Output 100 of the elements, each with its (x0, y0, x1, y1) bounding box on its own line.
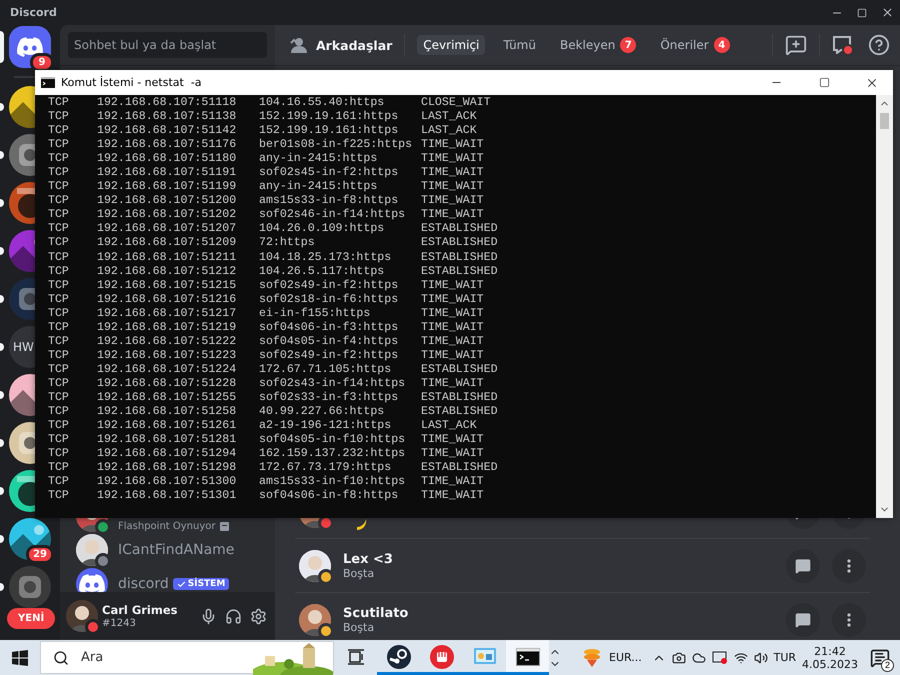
message-button[interactable] (786, 548, 820, 582)
state-text: ESTABLISHED (421, 250, 499, 265)
local-address-text: 192.168.68.107:51228 (97, 376, 238, 391)
state-text: ESTABLISHED (421, 362, 499, 377)
cloud-icon[interactable] (692, 650, 706, 664)
monitor-alert-icon[interactable] (712, 650, 728, 664)
protocol-text: TCP (48, 376, 70, 391)
inbox-icon (832, 36, 852, 54)
protocol-text: TCP (48, 489, 70, 504)
dm-name[interactable]: ICantFindAName (118, 542, 234, 558)
protocol-text: TCP (48, 180, 70, 194)
settings-icon (250, 608, 267, 624)
protocol-text: TCP (48, 405, 70, 420)
protocol-text: TCP (48, 264, 70, 279)
state-text: LAST_ACK (421, 419, 478, 434)
foreign-address-text: any-in-2415:https (259, 152, 378, 166)
local-address-text: 192.168.68.107:51281 (97, 433, 238, 448)
protocol-text: TCP (48, 96, 70, 110)
friends-icon (290, 37, 310, 53)
new-messages-pill[interactable]: YENİ (7, 608, 56, 629)
local-address-text: 192.168.68.107:51180 (97, 152, 238, 166)
check-icon (176, 580, 186, 588)
local-address-text: 192.168.68.107:51200 (97, 194, 238, 208)
state-text: TIME_WAIT (421, 180, 485, 194)
state-text: ESTABLISHED (421, 461, 499, 476)
state-text: CLOSE_WAIT (421, 96, 492, 110)
currency-ticker[interactable]: EUR... (609, 651, 642, 664)
state-text: TIME_WAIT (421, 376, 485, 391)
foreign-address-text: sof02s43-in-f14:https (259, 376, 406, 391)
wifi-icon[interactable] (734, 650, 748, 664)
protocol-text: TCP (48, 292, 70, 307)
search-field[interactable]: Sohbet bul ya da başlat (68, 32, 267, 58)
close-icon[interactable] (881, 6, 894, 19)
foreign-address-text: sof04s05-in-f10:https (259, 433, 406, 448)
protocol-text: TCP (48, 461, 70, 476)
local-address-text: 192.168.68.107:51211 (97, 250, 238, 265)
volume-icon[interactable] (754, 650, 768, 664)
maximize-icon[interactable] (857, 8, 867, 18)
taskbar-app[interactable] (506, 640, 549, 675)
state-text: TIME_WAIT (421, 292, 485, 307)
state-text: ESTABLISHED (421, 222, 499, 236)
protocol-text: TCP (48, 124, 70, 138)
protocol-text: TCP (48, 433, 70, 448)
foreign-address-text: 104.16.55.40:https (259, 96, 386, 110)
scrollbar[interactable] (876, 95, 893, 518)
state-text: TIME_WAIT (421, 152, 485, 166)
foreign-address-text: sof02s45-in-f2:https (259, 166, 400, 180)
headphones-icon (225, 608, 242, 624)
friends-tab[interactable]: Öneriler 4 (654, 34, 736, 56)
help-button[interactable] (868, 34, 890, 56)
friends-tab[interactable]: Tümü (497, 35, 542, 55)
foreign-address-text: ei-in-f155:https (259, 306, 372, 321)
more-icon (847, 612, 851, 626)
language-indicator[interactable]: TUR (774, 651, 796, 664)
protocol-text: TCP (48, 362, 70, 377)
notifications-icon (870, 648, 890, 668)
friend-status: Boşta (343, 620, 376, 634)
foreign-address-text: 152.199.19.161:https (259, 110, 400, 124)
more-button[interactable] (832, 602, 866, 636)
window-title: Komut İstemi - netstat -a (61, 76, 203, 89)
foreign-address-text: sof02s49-in-f2:https (259, 278, 400, 293)
dm-name[interactable]: discord (118, 576, 169, 592)
scroll-thumb[interactable] (880, 113, 889, 129)
inbox-button[interactable] (832, 36, 852, 54)
coins-icon (581, 646, 603, 668)
task-view-icon (346, 649, 364, 665)
state-text: LAST_ACK (421, 110, 478, 124)
state-text: TIME_WAIT (421, 166, 485, 180)
clock-time[interactable]: 21:42 (814, 644, 846, 658)
state-text: TIME_WAIT (421, 334, 485, 349)
mic-icon (200, 608, 217, 624)
more-icon (847, 558, 851, 572)
unread-badge: 29 (26, 545, 54, 564)
system-tag: SİSTEM (172, 578, 230, 590)
friends-tab[interactable]: Bekleyen 7 (554, 34, 642, 56)
state-text: TIME_WAIT (421, 278, 485, 293)
protocol-text: TCP (48, 475, 70, 490)
search-icon (53, 650, 69, 666)
local-address-text: 192.168.68.107:51223 (97, 348, 238, 363)
local-address-text: 192.168.68.107:51209 (97, 236, 238, 250)
foreign-address-text: 40.99.227.66:https (259, 405, 386, 420)
friends-tab[interactable]: Çevrimiçi (417, 35, 486, 55)
state-text: TIME_WAIT (421, 194, 485, 208)
message-button[interactable] (786, 602, 820, 636)
state-text: TIME_WAIT (421, 320, 485, 335)
local-address-text: 192.168.68.107:51202 (97, 208, 238, 222)
taskbar-search-bar[interactable]: Ara (40, 641, 334, 674)
user-name: Carl Grimes (102, 603, 178, 618)
foreign-address-text: sof02s33-in-f3:https (259, 391, 400, 405)
local-address-text: 192.168.68.107:51207 (97, 222, 238, 236)
message-icon (795, 558, 811, 574)
taskbar-search-field[interactable]: Ara (79, 649, 223, 666)
new-group-dm-button[interactable] (785, 34, 807, 56)
camera-icon[interactable] (672, 650, 686, 664)
discord-logo-icon (17, 37, 43, 57)
protocol-text: TCP (48, 166, 70, 180)
more-button[interactable] (832, 548, 866, 582)
local-address-text: 192.168.68.107:51261 (97, 419, 238, 434)
clock-date[interactable]: 4.05.2023 (802, 658, 858, 670)
state-text: LAST_ACK (421, 124, 478, 138)
